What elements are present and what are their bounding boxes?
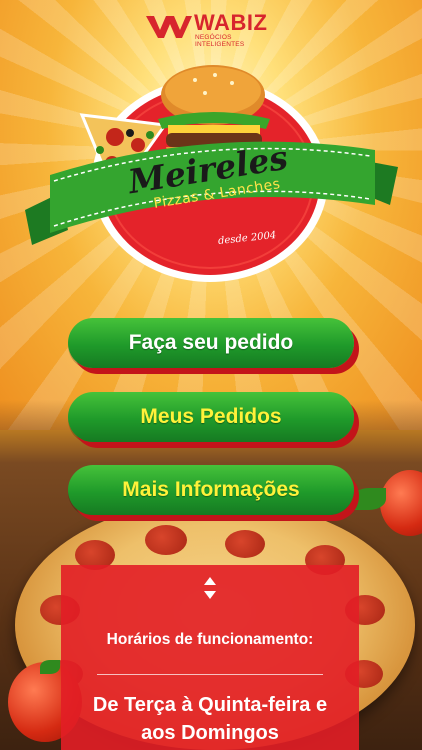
divider — [97, 674, 323, 675]
wabiz-mark-icon — [146, 16, 192, 38]
up-down-arrows-icon[interactable] — [203, 577, 217, 599]
info-panel[interactable]: Horários de funcionamento: De Terça à Qu… — [61, 565, 359, 750]
my-orders-button-label: Meus Pedidos — [140, 405, 282, 428]
wabiz-brand-name: WABIZ — [194, 10, 268, 35]
hours-days-line-2: aos Domingos — [141, 722, 279, 744]
wabiz-tagline: NEGÓCIOS INTELIGENTES — [195, 34, 245, 48]
my-orders-button[interactable]: Meus Pedidos — [68, 392, 354, 442]
hours-days-line-1: De Terça à Quinta-feira e — [92, 694, 328, 716]
hours-title: Horários de funcionamento: — [106, 631, 314, 648]
wabiz-logo: WABIZ NEGÓCIOS INTELIGENTES — [146, 10, 281, 48]
order-button[interactable]: Faça seu pedido — [68, 318, 354, 368]
leaf-image — [40, 660, 60, 674]
basil-image — [352, 488, 386, 510]
more-info-button[interactable]: Mais Informações — [68, 465, 354, 515]
more-info-button-label: Mais Informações — [122, 478, 300, 501]
order-button-label: Faça seu pedido — [128, 331, 294, 354]
